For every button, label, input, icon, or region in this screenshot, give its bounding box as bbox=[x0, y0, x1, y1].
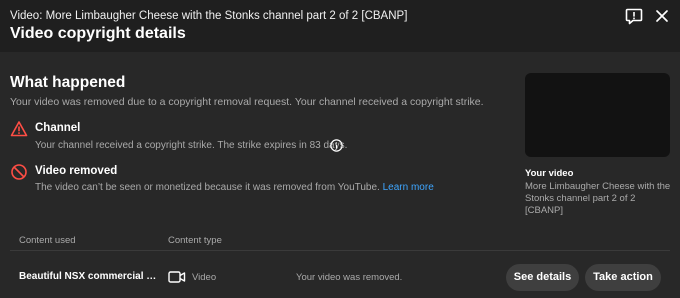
video-removed-text: The video can’t be seen or monetized bec… bbox=[35, 182, 380, 193]
feedback-icon bbox=[625, 8, 643, 25]
video-label: Video: More Limbaugher Cheese with the S… bbox=[10, 10, 408, 22]
close-icon bbox=[656, 10, 668, 22]
info-icon[interactable] bbox=[330, 139, 343, 152]
your-video-label: Your video bbox=[525, 168, 574, 179]
content-used-name[interactable]: Beautiful NSX commercial - So... bbox=[19, 271, 157, 282]
content-type-label: Video bbox=[192, 272, 217, 283]
feedback-button[interactable] bbox=[624, 6, 644, 26]
row-status-text: Your video was removed. bbox=[296, 272, 403, 283]
take-action-button[interactable]: Take action bbox=[585, 264, 661, 291]
what-happened-title: What happened bbox=[10, 74, 126, 91]
column-header-content-type: Content type bbox=[168, 235, 222, 246]
close-button[interactable] bbox=[652, 6, 672, 26]
video-removed-item-title: Video removed bbox=[35, 165, 118, 177]
page-title: Video copyright details bbox=[10, 25, 186, 42]
learn-more-link[interactable]: Learn more bbox=[383, 182, 434, 193]
table-divider bbox=[10, 250, 670, 251]
column-header-content-used: Content used bbox=[19, 235, 76, 246]
what-happened-summary: Your video was removed due to a copyrigh… bbox=[10, 96, 484, 108]
blocked-circle-icon bbox=[10, 163, 28, 181]
video-removed-item-description: The video can’t be seen or monetized bec… bbox=[35, 182, 434, 193]
see-details-button[interactable]: See details bbox=[506, 264, 579, 291]
channel-item-title: Channel bbox=[35, 122, 81, 134]
your-video-title: More Limbaugher Cheese with the Stonks c… bbox=[525, 181, 671, 216]
warning-triangle-icon bbox=[10, 120, 28, 138]
video-thumbnail[interactable] bbox=[525, 73, 670, 157]
dialog-header: Video: More Limbaugher Cheese with the S… bbox=[0, 0, 680, 52]
video-camera-icon bbox=[168, 270, 186, 284]
channel-item-description: Your channel received a copyright strike… bbox=[35, 140, 348, 151]
